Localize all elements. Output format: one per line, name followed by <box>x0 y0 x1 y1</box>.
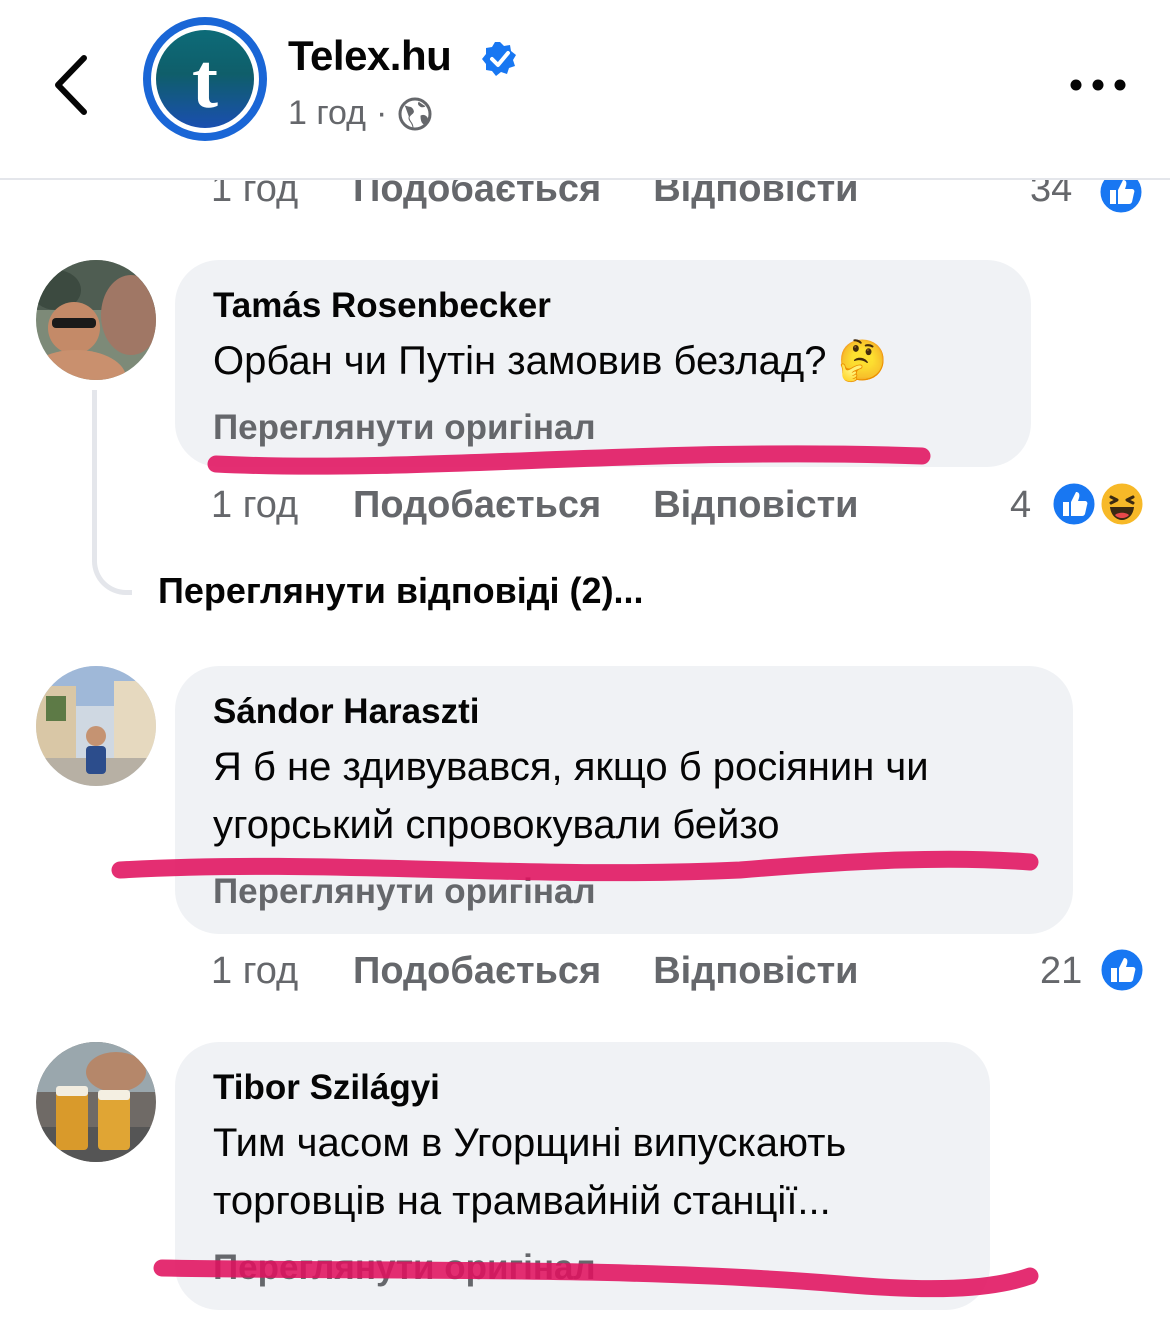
more-icon[interactable] <box>1068 70 1128 100</box>
post-time: 1 год <box>288 94 367 132</box>
see-original-link[interactable]: Переглянути оригінал <box>213 872 596 912</box>
like-button[interactable]: Подобається <box>353 950 601 993</box>
meta-separator: · <box>376 94 388 132</box>
reaction-count[interactable]: 4 <box>1010 484 1031 527</box>
verified-badge-icon <box>482 42 516 76</box>
comment-text-body: Орбан чи Путін замовив безлад? <box>213 339 827 383</box>
comment-author[interactable]: Sándor Haraszti <box>213 692 479 732</box>
page-name[interactable]: Telex.hu <box>288 32 452 80</box>
comment-bubble: Sándor Haraszti Я б не здивувався, якщо … <box>175 666 1073 934</box>
avatar[interactable] <box>36 260 156 380</box>
page-avatar[interactable]: t <box>143 17 267 141</box>
reply-button[interactable]: Відповісти <box>653 484 858 527</box>
comment-bubble: Tamás Rosenbecker Орбан чи Путін замовив… <box>175 260 1031 467</box>
thinking-emoji: 🤔 <box>837 339 888 383</box>
reply-button[interactable]: Відповісти <box>653 950 858 993</box>
comment-text-line: угорський спровокували бейзо <box>213 803 780 847</box>
page-logo-letter: t <box>156 30 254 128</box>
view-replies-link[interactable]: Переглянути відповіді (2)... <box>158 570 644 612</box>
avatar[interactable] <box>36 1042 156 1162</box>
like-reaction-icon <box>1050 480 1098 528</box>
back-icon[interactable] <box>40 40 110 130</box>
reaction-count[interactable]: 21 <box>1040 950 1082 993</box>
avatar[interactable] <box>36 666 156 786</box>
like-reaction-icon <box>1098 946 1146 994</box>
comment-text-line: Тим часом в Угорщині випускають <box>213 1121 847 1165</box>
comment-author[interactable]: Tamás Rosenbecker <box>213 286 551 326</box>
comment-author[interactable]: Tibor Szilágyi <box>213 1068 440 1108</box>
comment-bubble: Tibor Szilágyi Тим часом в Угорщині випу… <box>175 1042 990 1310</box>
comment-text: Орбан чи Путін замовив безлад? 🤔 <box>213 332 887 390</box>
comment-time: 1 год <box>211 950 299 992</box>
like-button[interactable]: Подобається <box>353 484 601 527</box>
globe-icon <box>398 97 432 130</box>
see-original-link[interactable]: Переглянути оригінал <box>213 408 596 448</box>
haha-reaction-icon <box>1098 480 1146 528</box>
thread-connector <box>92 390 132 595</box>
comment-text: Тим часом в Угорщині випускають торговці… <box>213 1114 846 1230</box>
see-original-link[interactable]: Переглянути оригінал <box>213 1248 596 1288</box>
comment-text-line: торговців на трамвайній станції... <box>213 1179 831 1223</box>
comment-text-line: Я б не здивувався, якщо б росіянин чи <box>213 745 929 789</box>
post-header: t Telex.hu 1 год · <box>0 0 1170 180</box>
comment-actions: 1 год Подобається Відповісти <box>211 484 911 527</box>
comment-time: 1 год <box>211 484 299 526</box>
comment-text: Я б не здивувався, якщо б росіянин чи уг… <box>213 738 929 854</box>
comment-actions: 1 год Подобається Відповісти <box>211 950 911 993</box>
post-meta: 1 год · <box>288 94 433 133</box>
